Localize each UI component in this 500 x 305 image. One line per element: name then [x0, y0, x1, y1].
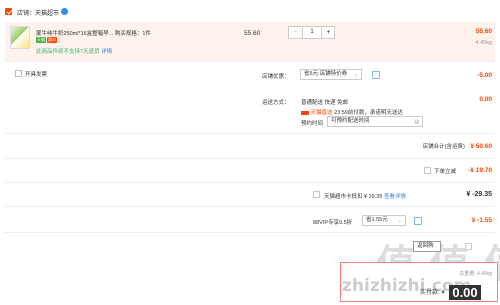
tmall-card-amount: ¥ -29.35: [466, 191, 492, 198]
quantity-stepper: − 1 +: [288, 26, 335, 39]
tmall-card-label: 天猫超市卡抵扣 ¥ 29.35: [324, 194, 383, 200]
divider: [5, 182, 495, 183]
instant-discount-checkbox[interactable]: [424, 167, 431, 174]
tmall-card-row: 天猫超市卡抵扣 ¥ 29.35 查看详情: [324, 192, 406, 200]
instant-discount-amount: -¥ 19.70: [468, 167, 492, 174]
shipping-fee: 0.00: [479, 96, 492, 103]
tmall-card-link[interactable]: 查看详情: [384, 194, 406, 200]
divider: [5, 158, 495, 159]
store-total-row: 店铺合计(含运费) ¥ 50.60: [423, 142, 492, 150]
badge-tmall: 天猫: [36, 37, 46, 43]
chat-icon[interactable]: [61, 8, 68, 15]
reserve-time-select[interactable]: 可预约配送时间 ▤: [327, 116, 423, 127]
store-total-amount: ¥ 50.60: [470, 143, 492, 150]
store-select-checkbox[interactable]: [5, 8, 12, 15]
back-button[interactable]: 返回购: [413, 241, 441, 252]
vip-select[interactable]: 省1.55元 ⌄: [362, 215, 406, 226]
option-checkbox[interactable]: [465, 243, 472, 250]
item-row: [5, 22, 495, 62]
item-subtotal: 55.60: [475, 28, 492, 35]
back-button-label: 返回购: [417, 243, 434, 249]
item-weight: 4.45kg: [475, 40, 492, 46]
delivery-promise-row: 天猫直送 23:59前付款，承诺明天送达: [301, 108, 403, 116]
invoice-checkbox[interactable]: [15, 70, 22, 77]
store-header: [0, 0, 500, 22]
shipping-label: 运送方式：: [262, 100, 290, 106]
vip-value: 省1.55元: [366, 217, 388, 223]
chevron-down-icon: ⌄: [397, 218, 402, 224]
pay-total-label: 实付款: ¥: [420, 290, 445, 297]
chevron-down-icon: ⌄: [353, 72, 358, 78]
tmall-delivery-icon: [301, 110, 309, 115]
shipping-method: 普通配送 快递 免邮: [301, 100, 349, 106]
pay-total-row: 实付款: ¥ 0.00: [420, 285, 481, 300]
reserve-time-label: 预约时间: [301, 121, 324, 127]
return-policy-note: 此商品件原不支持7天退货 详情: [36, 47, 112, 55]
store-name[interactable]: 店铺：天猫超市: [17, 8, 59, 17]
calendar-icon: ▤: [414, 119, 419, 125]
product-badges: 天猫 超市: [36, 37, 58, 45]
product-title[interactable]: 蒙牛纯牛奶250ml*16盒整箱早... 购买规格：1件: [36, 29, 236, 37]
quantity-plus-button[interactable]: +: [321, 27, 335, 38]
store-discount-amount: -5.00: [477, 72, 492, 79]
reserve-time-value: 可预约配送时间: [331, 118, 370, 124]
divider: [5, 133, 495, 134]
vip-info-icon[interactable]: [414, 217, 422, 225]
quantity-input[interactable]: 1: [303, 27, 321, 38]
return-policy-link[interactable]: 详情: [101, 49, 112, 55]
unit-price: 55.60: [244, 30, 261, 37]
store-total-label: 店铺合计(含运费): [422, 144, 465, 150]
tmall-card-checkbox[interactable]: [313, 191, 320, 198]
instant-discount-label: 下单立减: [434, 169, 457, 175]
store-discount-label: 店铺优惠：: [262, 74, 290, 80]
product-thumbnail[interactable]: [10, 26, 30, 49]
vip-label: 88VIP专享9.5折: [313, 220, 353, 226]
coupon-info-icon[interactable]: [372, 71, 380, 79]
vip-amount: ¥ -1.55: [471, 217, 492, 224]
store-discount-value: 省5元:店铺特价券: [304, 71, 348, 77]
quantity-minus-button[interactable]: −: [289, 27, 303, 38]
invoice-label: 开具发票: [25, 72, 48, 78]
badge-supermarket: 超市: [47, 37, 57, 43]
divider: [5, 206, 495, 207]
return-policy-text: 此商品件原不支持7天退货: [36, 49, 100, 55]
store-discount-select[interactable]: 省5元:店铺特价券 ⌄: [300, 69, 362, 80]
pay-total-amount: 0.00: [449, 285, 481, 300]
